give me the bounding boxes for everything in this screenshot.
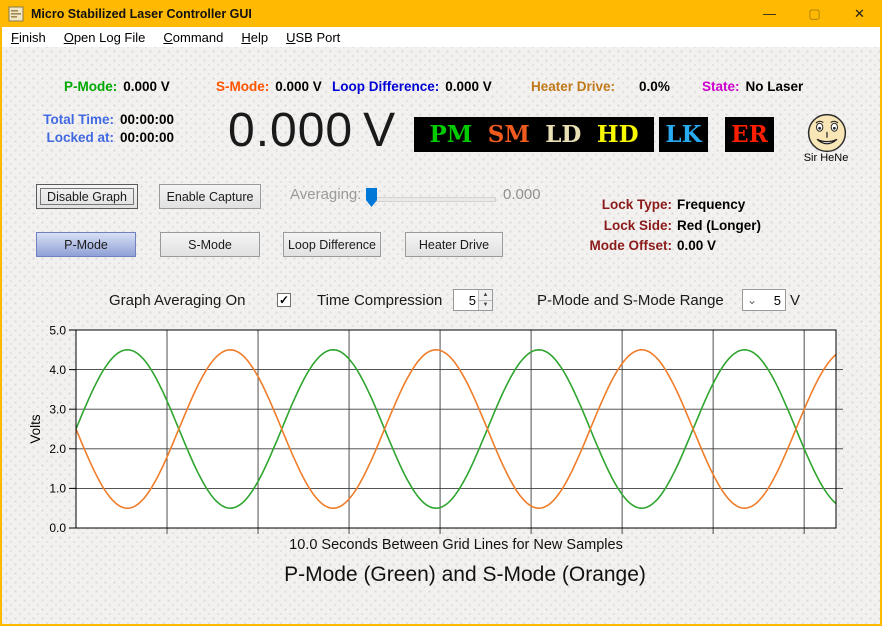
x-axis-caption: 10.0 Seconds Between Grid Lines for New …: [289, 537, 623, 553]
chevron-down-icon: ⌄: [747, 293, 758, 307]
menu-bar: Finish Open Log File Command Help USB Po…: [2, 27, 880, 47]
menu-item-command[interactable]: Command: [154, 30, 232, 45]
disable-graph-button[interactable]: Disable Graph: [36, 184, 138, 209]
total-time-row: Total Time: 00:00:00: [38, 111, 174, 129]
menu-item-help[interactable]: Help: [232, 30, 277, 45]
y-tick-5: 5.0: [49, 324, 66, 338]
close-icon: ✕: [854, 5, 865, 21]
graph-averaging-label: Graph Averaging On: [109, 292, 246, 309]
range-label: P-Mode and S-Mode Range: [537, 292, 724, 309]
mode-offset-value: 0.00 V: [677, 238, 717, 253]
minimize-button[interactable]: —: [747, 0, 792, 27]
lock-indicator-box: LK: [659, 117, 708, 152]
y-tick-3: 3.0: [49, 403, 66, 417]
range-unit-label: V: [790, 292, 801, 309]
mode-offset-label: Mode Offset:: [589, 238, 673, 253]
spin-up-icon: ▲: [482, 291, 489, 298]
main-voltage-value: 0.000: [228, 104, 354, 157]
close-button[interactable]: ✕: [837, 0, 882, 27]
time-compression-spinner[interactable]: 5 ▲ ▼: [453, 289, 493, 311]
total-time-value: 00:00:00: [120, 112, 175, 127]
main-voltage-display: 0.000 V: [228, 103, 396, 158]
error-indicator-box: ER: [725, 117, 774, 152]
waveform-chart: 5.0 4.0 3.0 2.0 1.0 0.0 Volts: [28, 324, 843, 536]
p-mode-readout: P-Mode: 0.000 V: [64, 79, 170, 94]
s-mode-readout-value: 0.000 V: [275, 79, 322, 94]
locked-at-value: 00:00:00: [120, 129, 175, 145]
indicator-pm: PM: [429, 121, 473, 148]
state-readout-label: State:: [702, 79, 740, 94]
spin-buttons: ▲ ▼: [478, 290, 492, 310]
averaging-slider-track[interactable]: [368, 197, 496, 202]
time-compression-label: Time Compression: [317, 292, 443, 309]
loop-difference-readout-label: Loop Difference:: [332, 79, 440, 94]
spin-down-icon: ▼: [482, 302, 489, 309]
y-tick-0: 0.0: [49, 521, 66, 535]
range-value: 5: [773, 292, 781, 308]
s-mode-button[interactable]: S-Mode: [160, 232, 260, 257]
y-axis-label: Volts: [28, 414, 43, 444]
heater-drive-readout-label: Heater Drive:: [531, 79, 616, 94]
app-icon: [8, 6, 24, 21]
y-tick-1: 1.0: [49, 482, 66, 496]
mode-indicator-group: PM SM LD HD: [414, 117, 654, 152]
spin-up-button[interactable]: ▲: [479, 290, 492, 300]
heater-drive-readout: Heater Drive: 0.0%: [531, 79, 670, 94]
range-select[interactable]: ⌄ 5: [742, 289, 786, 311]
locked-at-label: Locked at:: [46, 129, 114, 145]
state-readout: State: No Laser: [702, 79, 803, 94]
lock-side-value: Red (Longer): [677, 217, 761, 233]
loop-difference-readout-value: 0.000 V: [445, 79, 492, 94]
window-title: Micro Stabilized Laser Controller GUI: [31, 6, 252, 21]
y-tick-labels: 5.0 4.0 3.0 2.0 1.0 0.0: [49, 324, 66, 536]
enable-capture-button[interactable]: Enable Capture: [159, 184, 261, 209]
loop-difference-readout: Loop Difference: 0.000 V: [332, 79, 492, 94]
graph-title: P-Mode (Green) and S-Mode (Orange): [284, 563, 646, 586]
check-icon: ✓: [278, 293, 290, 307]
s-mode-readout: S-Mode: 0.000 V: [216, 79, 322, 94]
indicator-er: ER: [731, 121, 768, 148]
window-controls: — ▢ ✕: [747, 0, 882, 27]
loop-difference-button[interactable]: Loop Difference: [283, 232, 381, 257]
spin-down-button[interactable]: ▼: [479, 299, 492, 310]
graph-averaging-checkbox[interactable]: ✓: [277, 293, 291, 307]
lock-info-block: Lock Type: Frequency Lock Side: Red (Lon…: [556, 195, 762, 257]
p-mode-button[interactable]: P-Mode: [36, 232, 136, 257]
averaging-label: Averaging:: [290, 186, 362, 203]
averaging-value: 0.000: [503, 186, 541, 203]
time-compression-value[interactable]: 5: [454, 290, 478, 310]
mascot-label: Sir HeNe: [803, 152, 849, 164]
menu-item-usb-port[interactable]: USB Port: [277, 30, 349, 45]
menu-item-open-log-file[interactable]: Open Log File: [55, 30, 155, 45]
indicator-lk: LK: [665, 121, 702, 148]
locked-at-row: Locked at: 00:00:00: [38, 129, 174, 147]
app-window: Micro Stabilized Laser Controller GUI — …: [0, 0, 882, 626]
smiley-face-icon: [807, 113, 847, 153]
main-voltage-unit: V: [363, 104, 397, 157]
y-tick-2: 2.0: [49, 442, 66, 456]
heater-drive-readout-value: 0.0%: [639, 79, 670, 94]
heater-drive-button[interactable]: Heater Drive: [405, 232, 503, 257]
indicator-ld: LD: [545, 121, 582, 148]
minimize-icon: —: [763, 6, 776, 21]
indicator-sm: SM: [487, 121, 530, 148]
lock-side-label: Lock Side:: [603, 217, 672, 233]
axis-ticks: [69, 329, 76, 529]
maximize-icon: ▢: [808, 5, 821, 21]
total-time-label: Total Time:: [43, 112, 114, 127]
lock-type-label: Lock Type:: [601, 197, 672, 212]
timer-block: Total Time: 00:00:00 Locked at: 00:00:00: [38, 111, 174, 146]
title-bar[interactable]: Micro Stabilized Laser Controller GUI — …: [0, 0, 882, 27]
y-tick-4: 4.0: [49, 363, 66, 377]
p-mode-readout-label: P-Mode:: [64, 79, 118, 94]
state-readout-value: No Laser: [745, 79, 804, 94]
p-mode-readout-value: 0.000 V: [123, 79, 170, 94]
lock-type-value: Frequency: [677, 197, 746, 212]
s-mode-readout-label: S-Mode:: [216, 79, 270, 94]
indicator-hd: HD: [596, 121, 639, 148]
menu-item-finish[interactable]: Finish: [2, 30, 55, 45]
maximize-button: ▢: [792, 0, 837, 27]
plot-area: [76, 330, 836, 528]
